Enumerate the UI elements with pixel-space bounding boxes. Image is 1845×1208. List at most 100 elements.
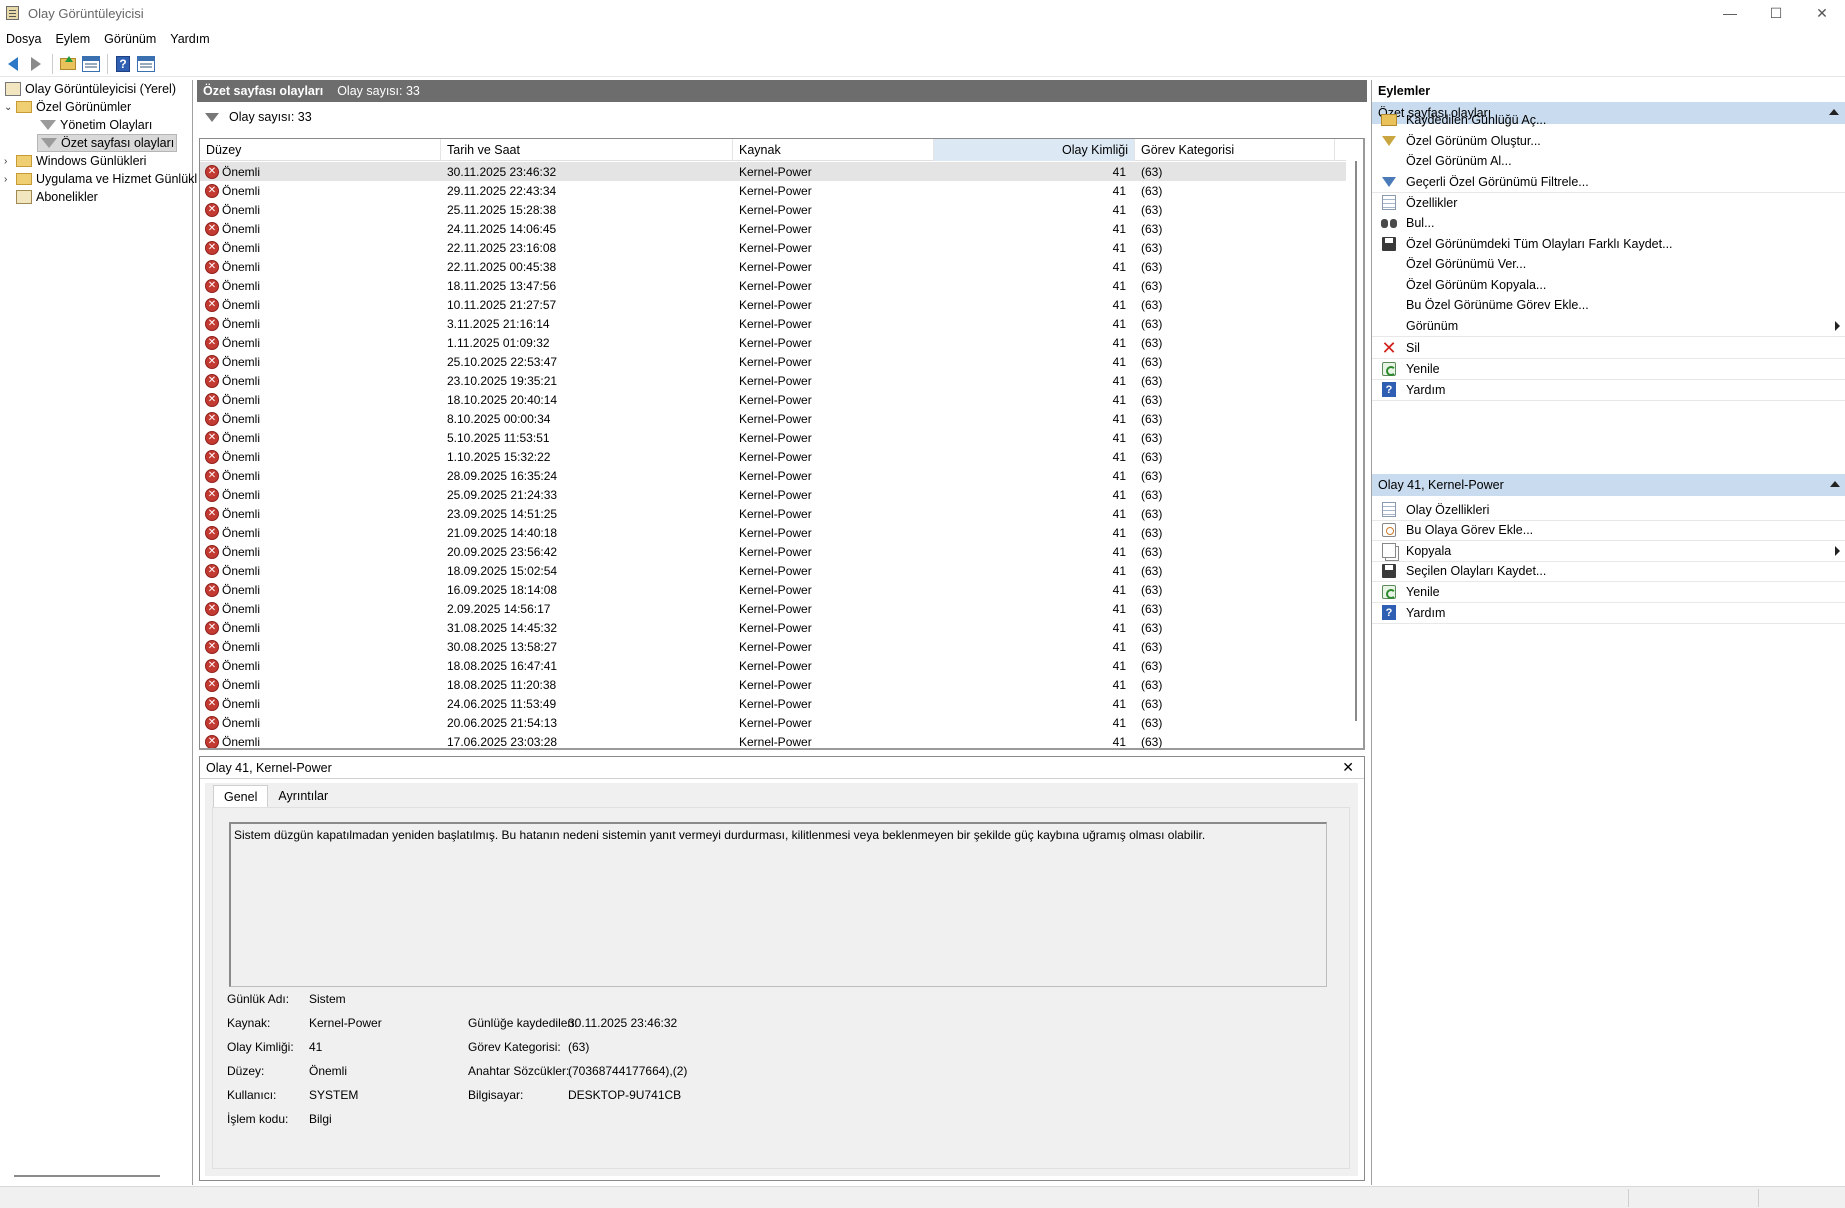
action-item[interactable]: Özel Görünüm Al... — [1372, 149, 1845, 172]
table-row[interactable]: ✕ Önemli 24.11.2025 14:06:45 Kernel-Power 41… — [200, 219, 1346, 238]
binoculars-icon — [1380, 215, 1398, 231]
table-row[interactable]: ✕ Önemli 22.11.2025 00:45:38 Kernel-Power 41… — [200, 257, 1346, 276]
action-item[interactable]: Yenile — [1372, 357, 1845, 380]
close-window-button[interactable]: ✕ — [1799, 0, 1845, 26]
tree-app-service-logs[interactable]: › Uygulama ve Hizmet Günlükl — [4, 170, 197, 188]
table-row[interactable]: ✕ Önemli 18.08.2025 16:47:41 Kernel-Power 41… — [200, 656, 1346, 675]
tab-details[interactable]: Ayrıntılar — [268, 785, 338, 807]
table-row[interactable]: ✕ Önemli 28.09.2025 16:35:24 Kernel-Power 41… — [200, 466, 1346, 485]
action-item[interactable]: Geçerli Özel Görünümü Filtrele... — [1372, 170, 1845, 193]
menu-action[interactable]: Eylem — [49, 32, 98, 46]
tree-root[interactable]: Olay Görüntüleyicisi (Yerel) — [5, 80, 176, 98]
table-row[interactable]: ✕ Önemli 30.11.2025 23:46:32 Kernel-Power 41… — [200, 162, 1346, 181]
table-row[interactable]: ✕ Önemli 18.08.2025 11:20:38 Kernel-Power 41… — [200, 675, 1346, 694]
forward-arrow-icon — [31, 56, 41, 71]
action-item[interactable]: ? Yardım — [1372, 601, 1845, 624]
help-button[interactable]: ? — [112, 53, 134, 75]
row-level: ✕ Önemli — [200, 487, 441, 502]
table-row[interactable]: ✕ Önemli 16.09.2025 18:14:08 Kernel-Power 41… — [200, 580, 1346, 599]
table-row[interactable]: ✕ Önemli 31.08.2025 14:45:32 Kernel-Power 41… — [200, 618, 1346, 637]
show-hide-tree-button[interactable] — [80, 53, 102, 75]
actions-section-event[interactable]: Olay 41, Kernel-Power — [1372, 474, 1845, 496]
table-row[interactable]: ✕ Önemli 17.06.2025 23:03:28 Kernel-Power 41… — [200, 732, 1346, 748]
action-item[interactable]: Bul... — [1372, 211, 1845, 234]
action-item[interactable]: Kaydedilen Günlüğü Aç... — [1372, 108, 1845, 131]
event-id-value: 41 — [309, 1040, 323, 1054]
action-item[interactable]: ? Yardım — [1372, 378, 1845, 401]
tree-horizontal-scrollbar[interactable] — [14, 1175, 160, 1177]
chevron-right-icon[interactable]: › — [4, 174, 14, 185]
action-item[interactable]: Yenile — [1372, 580, 1845, 603]
action-item[interactable]: ✕ Sil — [1372, 336, 1845, 359]
row-task-category: (63) — [1141, 715, 1163, 730]
table-row[interactable]: ✕ Önemli 25.09.2025 21:24:33 Kernel-Power 41… — [200, 485, 1346, 504]
table-row[interactable]: ✕ Önemli 24.06.2025 11:53:49 Kernel-Power 41… — [200, 694, 1346, 713]
menu-view[interactable]: Görünüm — [98, 32, 164, 46]
table-row[interactable]: ✕ Önemli 18.11.2025 13:47:56 Kernel-Power 41… — [200, 276, 1346, 295]
table-row[interactable]: ✕ Önemli 22.11.2025 23:16:08 Kernel-Power 41… — [200, 238, 1346, 257]
row-datetime: 18.08.2025 11:20:38 — [447, 677, 557, 692]
action-item[interactable]: Bu Özel Görünüme Görev Ekle... — [1372, 293, 1845, 316]
back-button[interactable] — [2, 53, 24, 75]
table-row[interactable]: ✕ Önemli 18.09.2025 15:02:54 Kernel-Power 41… — [200, 561, 1346, 580]
action-item[interactable]: Görünüm — [1372, 314, 1845, 337]
chevron-down-icon[interactable]: ⌄ — [4, 102, 14, 113]
table-row[interactable]: ✕ Önemli 25.10.2025 22:53:47 Kernel-Power 41… — [200, 352, 1346, 371]
row-level-text: Önemli — [222, 259, 261, 274]
row-datetime: 22.11.2025 00:45:38 — [447, 259, 557, 274]
table-row[interactable]: ✕ Önemli 20.06.2025 21:54:13 Kernel-Power 41… — [200, 713, 1346, 732]
column-source[interactable]: Kaynak — [733, 139, 934, 161]
collapse-icon[interactable] — [1830, 481, 1840, 487]
table-vertical-scrollbar[interactable] — [1355, 161, 1357, 721]
tree-admin-events[interactable]: Yönetim Olayları — [40, 116, 152, 134]
tree-summary-events[interactable]: Özet sayfası olayları — [37, 134, 178, 152]
show-hide-action-pane-button[interactable] — [135, 53, 157, 75]
table-row[interactable]: ✕ Önemli 18.10.2025 20:40:14 Kernel-Power 41… — [200, 390, 1346, 409]
menu-help[interactable]: Yardım — [164, 32, 217, 46]
table-row[interactable]: ✕ Önemli 3.11.2025 21:16:14 Kernel-Power 41 (… — [200, 314, 1346, 333]
table-row[interactable]: ✕ Önemli 20.09.2025 23:56:42 Kernel-Power 41… — [200, 542, 1346, 561]
action-item[interactable]: Seçilen Olayları Kaydet... — [1372, 559, 1845, 582]
error-icon: ✕ — [205, 240, 219, 255]
column-event-id[interactable]: Olay Kimliği — [934, 139, 1135, 161]
tree-windows-logs[interactable]: › Windows Günlükleri — [4, 152, 146, 170]
column-task-category[interactable]: Görev Kategorisi — [1135, 139, 1335, 161]
table-row[interactable]: ✕ Önemli 23.09.2025 14:51:25 Kernel-Power 41… — [200, 504, 1346, 523]
action-pane-icon — [137, 55, 155, 72]
table-row[interactable]: ✕ Önemli 29.11.2025 22:43:34 Kernel-Power 41… — [200, 181, 1346, 200]
table-row[interactable]: ✕ Önemli 23.10.2025 19:35:21 Kernel-Power 41… — [200, 371, 1346, 390]
column-level[interactable]: Düzey — [200, 139, 441, 161]
action-label: Özellikler — [1406, 195, 1458, 210]
maximize-button[interactable]: ☐ — [1753, 0, 1799, 26]
table-row[interactable]: ✕ Önemli 25.11.2025 15:28:38 Kernel-Power 41… — [200, 200, 1346, 219]
row-task-category: (63) — [1141, 582, 1163, 597]
table-row[interactable]: ✕ Önemli 8.10.2025 00:00:34 Kernel-Power 41 (… — [200, 409, 1346, 428]
tab-general[interactable]: Genel — [213, 785, 269, 807]
toolbar: ? — [0, 51, 1845, 77]
table-row[interactable]: ✕ Önemli 1.10.2025 15:32:22 Kernel-Power 41 (… — [200, 447, 1346, 466]
action-item[interactable]: Özel Görünümü Ver... — [1372, 252, 1845, 275]
table-row[interactable]: ✕ Önemli 1.11.2025 01:09:32 Kernel-Power 41 (… — [200, 333, 1346, 352]
table-row[interactable]: ✕ Önemli 5.10.2025 11:53:51 Kernel-Power 41 (… — [200, 428, 1346, 447]
column-datetime[interactable]: Tarih ve Saat — [441, 139, 733, 161]
error-icon: ✕ — [205, 506, 219, 521]
source-value: Kernel-Power — [309, 1016, 382, 1030]
event-description[interactable]: Sistem düzgün kapatılmadan yeniden başla… — [229, 822, 1327, 987]
table-row[interactable]: ✕ Önemli 30.08.2025 13:58:27 Kernel-Power 41… — [200, 637, 1346, 656]
minimize-button[interactable]: — — [1707, 0, 1753, 26]
table-row[interactable]: ✕ Önemli 21.09.2025 14:40:18 Kernel-Power 41… — [200, 523, 1346, 542]
tree-subscriptions[interactable]: Abonelikler — [16, 188, 98, 206]
row-level-text: Önemli — [222, 582, 261, 597]
chevron-right-icon[interactable]: › — [4, 156, 14, 167]
row-task-category: (63) — [1141, 354, 1163, 369]
action-item[interactable]: Bu Olaya Görev Ekle... — [1372, 518, 1845, 541]
close-icon[interactable]: ✕ — [1342, 759, 1354, 776]
row-datetime: 2.09.2025 14:56:17 — [447, 601, 551, 616]
table-row[interactable]: ✕ Önemli 2.09.2025 14:56:17 Kernel-Power 41 (… — [200, 599, 1346, 618]
menu-file[interactable]: Dosya — [0, 32, 49, 46]
up-folder-button[interactable] — [57, 53, 79, 75]
tree-custom-views[interactable]: ⌄ Özel Görünümler — [4, 98, 131, 116]
forward-button[interactable] — [25, 53, 47, 75]
table-row[interactable]: ✕ Önemli 10.11.2025 21:27:57 Kernel-Power 41… — [200, 295, 1346, 314]
row-level: ✕ Önemli — [200, 544, 441, 559]
